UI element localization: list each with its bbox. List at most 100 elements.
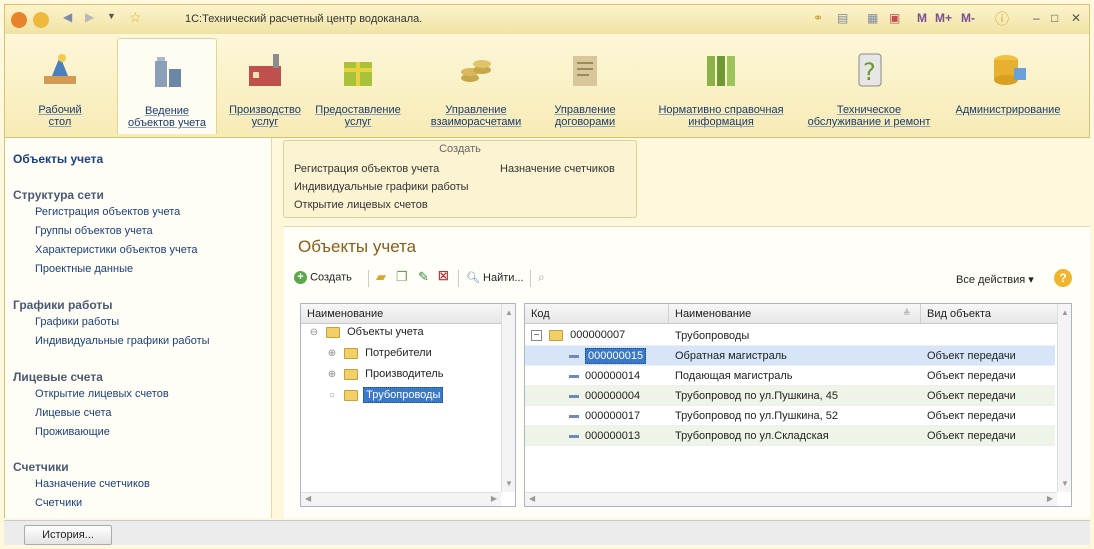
section-reference-info[interactable]: Нормативно справочная информация [641, 38, 801, 134]
column-header-kind[interactable]: Вид объекта [921, 304, 1059, 324]
list-vertical-scrollbar[interactable]: ▲ ▼ [1057, 304, 1071, 492]
calculator-icon[interactable]: ▦ [867, 11, 878, 25]
section-production[interactable]: Производство услуг [223, 38, 307, 134]
all-actions-menu[interactable]: Все действия ▾ [956, 273, 1034, 286]
calendar-icon[interactable]: ▣ [889, 11, 900, 25]
section-accounting-objects[interactable]: Ведение объектов учета [117, 38, 217, 134]
nav-item-accounts[interactable]: Лицевые счета [35, 407, 111, 419]
row-name: Обратная магистраль [675, 350, 787, 362]
tree-row-label: Объекты учета [347, 326, 424, 338]
memory-m-button[interactable]: M [917, 11, 927, 25]
tree-row-root[interactable]: ⊖ Объекты учета [309, 326, 424, 346]
section-reference-label: Нормативно справочная [658, 104, 784, 116]
close-icon[interactable]: ✕ [1071, 11, 1081, 25]
nav-group-schedules: Графики работы [13, 298, 113, 312]
folder-icon [326, 326, 341, 338]
list-group-row[interactable]: − 000000007 Трубопроводы [525, 326, 1055, 346]
back-icon[interactable]: ◀ [63, 10, 72, 24]
nav-item-open-accounts[interactable]: Открытие лицевых счетов [35, 388, 169, 400]
history-button[interactable]: История... [24, 525, 112, 545]
binders-icon [707, 56, 735, 86]
forward-icon[interactable]: ▶ [85, 10, 94, 24]
tree-header[interactable]: Наименование [301, 304, 501, 324]
minimize-icon[interactable]: – [1033, 11, 1040, 25]
delete-icon[interactable]: ☒ [438, 269, 449, 283]
app-logo-icon[interactable] [11, 12, 27, 28]
section-settlements[interactable]: Управление взаиморасчетами [423, 38, 529, 134]
table-row[interactable]: 000000017 Трубопровод по ул.Пушкина, 52 … [525, 406, 1055, 426]
create-folder-icon[interactable]: ▰ [376, 269, 386, 285]
expand-icon[interactable]: ⊕ [327, 369, 337, 380]
list-horizontal-scrollbar[interactable]: ◀ ▶ [525, 492, 1057, 506]
table-row[interactable]: 000000014 Подающая магистраль Объект пер… [525, 366, 1055, 386]
section-settlements-label: Управление [445, 104, 507, 116]
row-code: 000000014 [585, 370, 641, 382]
nav-title[interactable]: Объекты учета [13, 152, 103, 166]
section-settlements-label-2: взаиморасчетами [430, 116, 522, 128]
row-kind: Объект передачи [927, 390, 1016, 402]
section-administration[interactable]: Администрирование [945, 38, 1071, 134]
create-assign-meters-link[interactable]: Назначение счетчиков [500, 163, 615, 175]
buildings-icon [155, 57, 181, 87]
row-kind: Объект передачи [927, 430, 1016, 442]
nav-item-schedules[interactable]: Графики работы [35, 316, 119, 328]
nav-item-meters[interactable]: Счетчики [35, 497, 82, 509]
element-icon [569, 374, 579, 378]
tree-row-consumers[interactable]: ⊕ Потребители [327, 347, 432, 367]
column-header-name[interactable]: Наименование [669, 304, 921, 324]
section-services[interactable]: Предоставление услуг [309, 38, 407, 134]
nav-item-individual-schedules[interactable]: Индивидуальные графики работы [35, 335, 210, 347]
tree-row-producer[interactable]: ⊕ Производитель [327, 368, 444, 388]
table-row[interactable]: 000000015 Обратная магистраль Объект пер… [525, 346, 1055, 366]
create-plus-icon: + [294, 271, 307, 284]
create-individual-schedules-link[interactable]: Индивидуальные графики работы [294, 181, 469, 193]
links-icon[interactable]: ⚭ [813, 11, 823, 25]
favorites-star-icon[interactable]: ☆ [129, 9, 142, 26]
help-question-icon: ? [858, 53, 882, 87]
create-open-accounts-link[interactable]: Открытие лицевых счетов [294, 199, 428, 211]
maximize-icon[interactable]: □ [1051, 11, 1058, 25]
info-icon[interactable]: ⓘ [995, 9, 1009, 29]
section-maintenance[interactable]: ? Техническое обслуживание и ремонт [797, 38, 941, 134]
create-panel: Создать Регистрация объектов учета Индив… [283, 140, 637, 218]
help-icon[interactable]: ? [1054, 269, 1072, 287]
find-button[interactable]: 🔍︎ Найти... [466, 271, 524, 284]
table-row[interactable]: 000000004 Трубопровод по ул.Пушкина, 45 … [525, 386, 1055, 406]
table-row[interactable]: 000000013 Трубопровод по ул.Складская Об… [525, 426, 1055, 446]
section-production-label: Производство [229, 104, 301, 116]
collapse-box-icon[interactable]: − [531, 329, 542, 341]
main-menu-icon[interactable] [33, 12, 49, 28]
print-icon[interactable]: ▤ [837, 11, 848, 25]
create-button-label: Создать [310, 271, 352, 284]
element-icon [569, 434, 579, 438]
row-kind: Объект передачи [927, 370, 1016, 382]
svg-text:?: ? [863, 58, 876, 86]
section-desktop[interactable]: Рабочий стол [11, 38, 109, 134]
collapse-icon[interactable]: ⊖ [309, 327, 319, 338]
nav-group-meters: Счетчики [13, 460, 69, 474]
nav-item-assign-meters[interactable]: Назначение счетчиков [35, 478, 150, 490]
nav-item-object-characteristics[interactable]: Характеристики объектов учета [35, 244, 198, 256]
create-register-objects-link[interactable]: Регистрация объектов учета [294, 163, 439, 175]
nav-item-project-data[interactable]: Проектные данные [35, 263, 133, 275]
row-name: Подающая магистраль [675, 370, 793, 382]
nav-item-object-groups[interactable]: Группы объектов учета [35, 225, 153, 237]
element-icon [569, 394, 579, 398]
section-contracts[interactable]: Управление договорами [539, 38, 631, 134]
expand-icon[interactable]: ⊕ [327, 348, 337, 359]
sections-panel: Рабочий стол Ведение объектов учета Произв… [4, 34, 1090, 138]
create-button[interactable]: + Создать [294, 271, 352, 284]
nav-item-residents[interactable]: Проживающие [35, 426, 110, 438]
memory-mminus-button[interactable]: M- [961, 11, 975, 25]
memory-mplus-button[interactable]: M+ [935, 11, 952, 25]
tree-vertical-scrollbar[interactable]: ▲ ▼ [501, 304, 515, 492]
copy-icon[interactable]: ❐ [396, 269, 408, 285]
edit-pencil-icon[interactable]: ✎ [418, 269, 429, 285]
main-content: Объекты учета + Создать ▰ ❐ ✎ ☒ 🔍︎ Найти… [284, 226, 1090, 518]
tree-horizontal-scrollbar[interactable]: ◀ ▶ [301, 492, 501, 506]
nav-item-register-objects[interactable]: Регистрация объектов учета [35, 206, 180, 218]
tree-row-pipelines[interactable]: ○ Трубопроводы [327, 387, 444, 409]
column-header-code[interactable]: Код [525, 304, 669, 324]
dropdown-icon[interactable]: ▼ [107, 11, 116, 21]
cancel-search-icon[interactable]: ⌕ [538, 270, 545, 285]
